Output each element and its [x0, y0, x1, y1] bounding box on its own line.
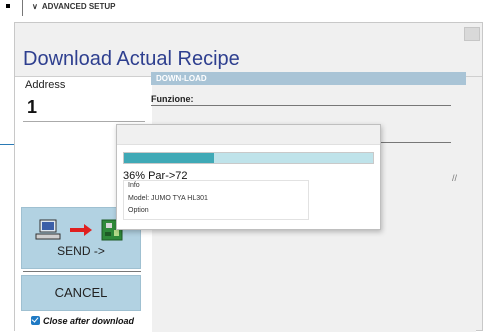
bullet-icon: [6, 4, 10, 8]
arrow-right-icon: [70, 224, 92, 236]
checkbox-icon[interactable]: [31, 316, 40, 325]
model-text: Model: JUMO TYA HL301: [128, 195, 208, 202]
dialog-titlebar: [15, 23, 482, 43]
progress-titlebar: [117, 125, 380, 145]
address-underline: [23, 121, 145, 122]
send-label: SEND ->: [57, 244, 105, 258]
info-legend: Info: [128, 182, 140, 189]
progress-dialog: 36% Par->72 Info Model: JUMO TYA HL301 O…: [116, 124, 381, 230]
advanced-setup-item[interactable]: ∨ ADVANCED SETUP: [32, 2, 116, 11]
cancel-button[interactable]: CANCEL: [21, 275, 141, 311]
advanced-setup-label: ADVANCED SETUP: [41, 2, 116, 11]
button-separator: [23, 271, 141, 272]
funzione-label: Funzione:: [151, 94, 194, 104]
download-section-header: DOWN-LOAD: [151, 72, 466, 85]
progress-fill: [124, 153, 214, 163]
close-icon[interactable]: [464, 27, 480, 41]
funzione-underline: [151, 105, 451, 106]
close-after-download-checkbox[interactable]: Close after download: [31, 316, 134, 326]
tree-line: [22, 0, 23, 16]
close-after-download-label: Close after download: [43, 316, 135, 326]
resize-grip-icon[interactable]: //: [452, 173, 457, 183]
option-text: Option: [128, 207, 149, 214]
address-label: Address: [25, 79, 66, 91]
address-field[interactable]: 1: [27, 97, 37, 118]
dialog-title: Download Actual Recipe: [23, 48, 240, 70]
info-group: Info Model: JUMO TYA HL301 Option: [123, 180, 309, 220]
background-divider: [0, 144, 14, 145]
computer-icon: [35, 219, 61, 240]
chevron-down-icon: ∨: [32, 2, 38, 11]
progress-bar: [123, 152, 374, 164]
